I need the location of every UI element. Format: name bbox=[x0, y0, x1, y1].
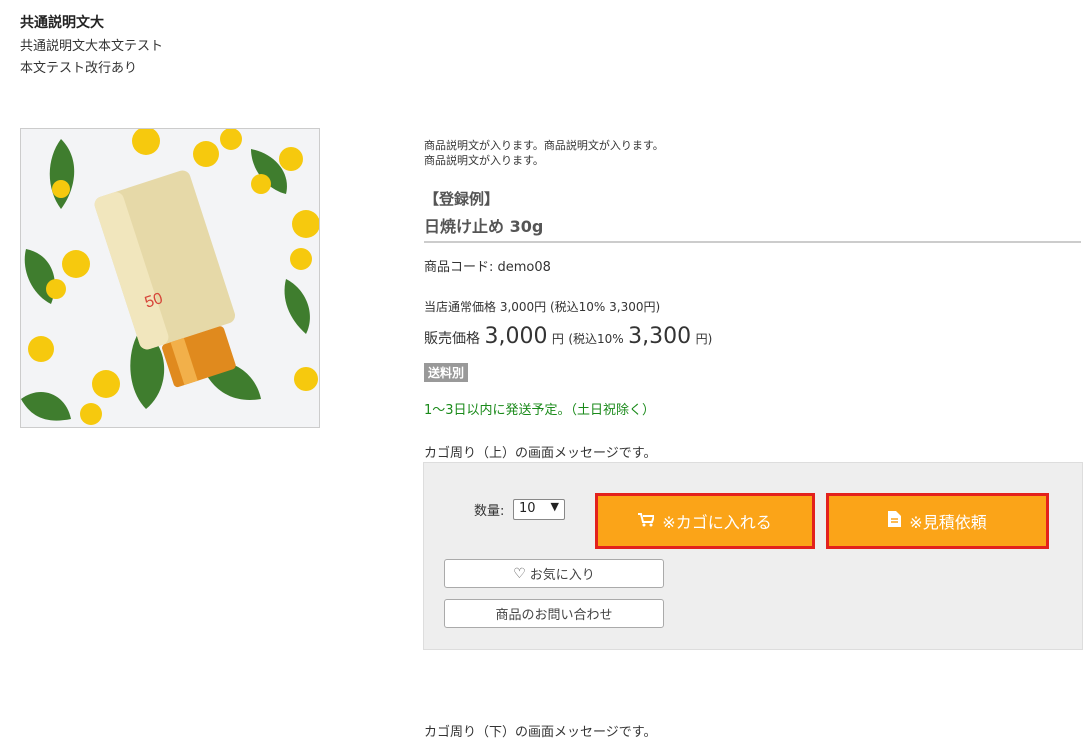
tax-included-unit: 円) bbox=[695, 332, 713, 346]
sale-price-unit: 円 bbox=[551, 332, 564, 346]
add-to-cart-button[interactable]: ※カゴに入れる bbox=[595, 493, 815, 549]
cart-icon bbox=[638, 512, 656, 531]
sale-price-label: 販売価格 bbox=[424, 331, 480, 347]
sale-price-value: 3,000 bbox=[484, 324, 548, 349]
product-code-label: 商品コード: bbox=[424, 260, 498, 275]
common-description-body: 共通説明文大本文テスト 本文テスト改行あり bbox=[20, 36, 163, 80]
cart-message-bottom: カゴ周り（下）の画面メッセージです。 bbox=[424, 725, 657, 740]
quantity-label: 数量: bbox=[474, 504, 505, 519]
chevron-down-icon: ▼ bbox=[550, 500, 559, 513]
quantity-value: 10 bbox=[519, 501, 536, 516]
cart-message-top: カゴ周り（上）の画面メッセージです。 bbox=[424, 446, 657, 461]
tax-included-price: 3,300 bbox=[628, 324, 692, 349]
common-body-line: 本文テスト改行あり bbox=[20, 61, 138, 76]
common-description-title: 共通説明文大 bbox=[20, 15, 104, 31]
product-description: 商品説明文が入ります。商品説明文が入ります。 商品説明文が入ります。 bbox=[424, 138, 664, 168]
quote-request-button[interactable]: ※見積依頼 bbox=[826, 493, 1049, 549]
quantity-select[interactable]: 10 ▼ bbox=[513, 499, 565, 520]
common-body-line: 共通説明文大本文テスト bbox=[20, 39, 164, 54]
shipping-badge: 送料別 bbox=[424, 363, 469, 382]
registration-example-label: 【登録例】 bbox=[424, 190, 500, 208]
divider bbox=[424, 241, 1081, 243]
heart-icon: ♡ bbox=[513, 565, 526, 582]
sale-price-row: 販売価格 3,000 円 (税込10% 3,300 円) bbox=[424, 324, 712, 349]
description-line: 商品説明文が入ります。商品説明文が入ります。 bbox=[424, 139, 664, 152]
delivery-note: 1～3日以内に発送予定。（土日祝除く） bbox=[424, 403, 656, 418]
document-icon bbox=[888, 511, 902, 531]
sunscreen-product-photo: 50 bbox=[21, 129, 319, 427]
product-inquiry-label: 商品のお問い合わせ bbox=[495, 608, 613, 623]
tax-included-label: (税込10% bbox=[568, 332, 624, 346]
product-inquiry-button[interactable]: 商品のお問い合わせ bbox=[444, 599, 664, 628]
description-line: 商品説明文が入ります。 bbox=[424, 154, 544, 167]
product-image[interactable]: 50 bbox=[20, 128, 320, 428]
regular-price: 当店通常価格 3,000円 (税込10% 3,300円) bbox=[424, 300, 661, 314]
favorite-button[interactable]: ♡ お気に入り bbox=[444, 559, 664, 588]
add-to-cart-label: ※カゴに入れる bbox=[662, 513, 772, 532]
quote-request-label: ※見積依頼 bbox=[909, 513, 987, 532]
product-code-value: demo08 bbox=[497, 260, 551, 275]
product-name: 日焼け止め 30g bbox=[424, 217, 544, 236]
product-code: 商品コード: demo08 bbox=[424, 256, 551, 275]
favorite-label: お気に入り bbox=[529, 568, 595, 583]
